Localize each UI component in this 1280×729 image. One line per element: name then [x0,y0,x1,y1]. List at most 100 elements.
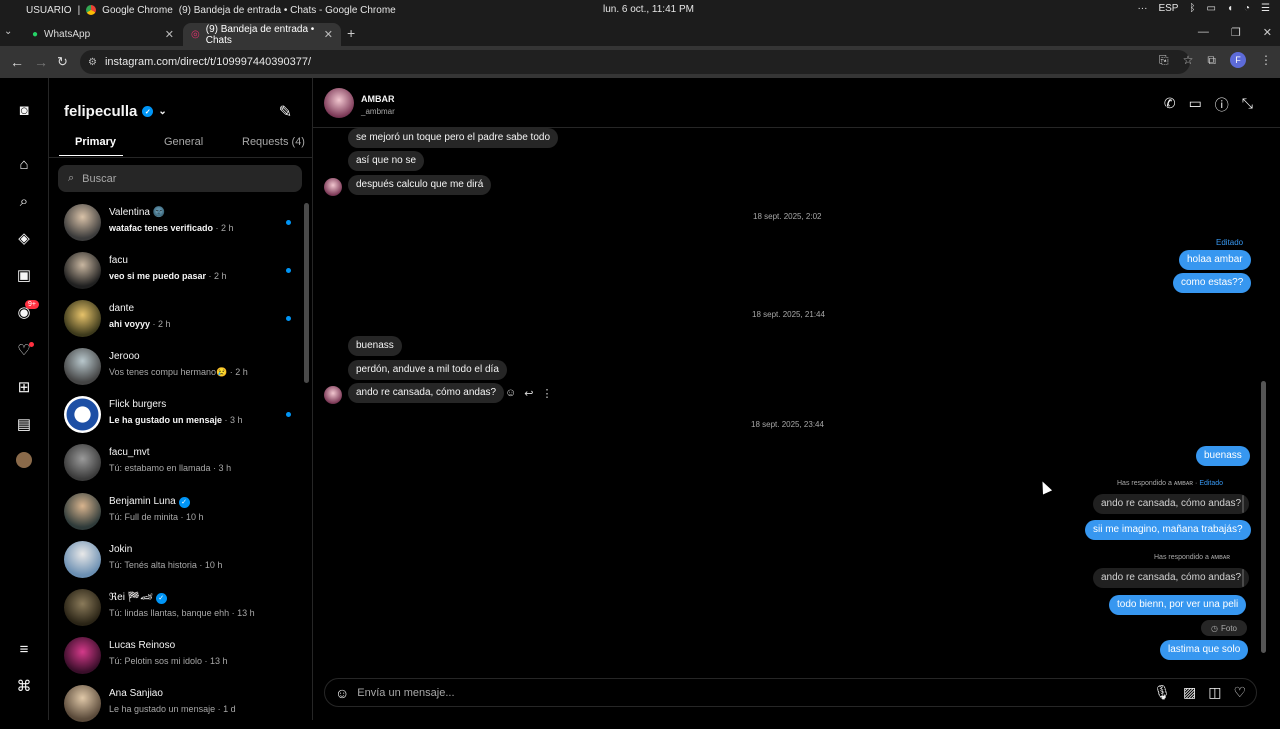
tab-instagram[interactable]: ◎ (9) Bandeja de entrada • Chats ✕ [183,23,341,46]
conversation-row[interactable]: facu veo si me puedo pasar · 2 h [49,248,299,296]
url-text[interactable]: instagram.com/direct/t/109997440390377/ [105,56,311,68]
nav-rail: ◙ ⌂ ⌕ ◈ ▣ ◉ 9+ ♡ ⊞ ▤ ≡ ⌘ [0,78,49,720]
profile-avatar-icon[interactable] [16,452,32,468]
account-username[interactable]: felipeculla [64,103,137,120]
conversation-row[interactable]: facu_mvt Tú: estabamo en llamada · 3 h [49,440,299,488]
search-field[interactable]: ⌕ [58,165,302,192]
threads-apps-icon[interactable]: ⌘ [15,677,33,695]
chat-contact-name[interactable]: AMBAR [361,94,395,104]
collapse-icon[interactable]: ⤡ [1242,95,1253,115]
conversation-row[interactable]: dante ahi voyyy · 2 h [49,296,299,344]
close-icon[interactable]: ✕ [165,28,174,41]
conversation-row[interactable]: Benjamin Luna ✓ Tú: Full de minita · 10 … [49,489,299,537]
more-options-icon[interactable]: ⋮ [541,387,552,400]
message-outgoing[interactable]: como estas?? [1173,273,1252,293]
restore-icon[interactable]: ❐ [1231,26,1241,39]
minimize-icon[interactable]: — [1198,26,1209,39]
heart-icon[interactable]: ♡ [1233,684,1246,701]
search-input[interactable] [82,172,263,185]
forward-arrow-icon[interactable]: → [34,54,48,70]
message-incoming[interactable]: después calculo que me dirá [348,175,492,195]
tab-general[interactable]: General [164,136,203,148]
new-message-icon[interactable]: ✎ [279,102,292,122]
message-outgoing[interactable]: buenass [1196,446,1250,466]
phone-call-icon[interactable]: ✆ [1164,95,1176,115]
avatar[interactable] [324,386,342,404]
instagram-logo-icon[interactable]: ◙ [15,101,33,119]
conversation-row[interactable]: Valentina 🌚 watafac tenes verificado · 2… [49,200,299,248]
avatar[interactable] [324,88,354,118]
reply-arrow-icon[interactable]: ↩ [524,387,533,400]
explore-compass-icon[interactable]: ◈ [15,229,33,247]
notifications-badge: 9+ [25,300,39,309]
install-app-icon[interactable]: ⎘ [1159,53,1169,68]
chat-contact-handle[interactable]: _ambmar [361,107,395,116]
microphone-icon[interactable]: 🎙︎ [1153,684,1171,701]
message-incoming[interactable]: ando re cansada, cómo andas? [348,383,505,403]
os-app-name: Google Chrome [102,4,173,16]
dashboard-icon[interactable]: ▤ [15,415,33,433]
message-incoming[interactable]: así que no se [348,151,425,171]
new-tab-plus-icon[interactable]: + [347,25,355,41]
react-emoji-icon[interactable]: ☺ [505,387,516,400]
tab-search-chevron-icon[interactable]: ⌄ [4,26,12,37]
bluetooth-icon[interactable]: ᛒ [1189,3,1195,14]
home-icon[interactable]: ⌂ [15,155,33,173]
message-thread: se mejoró un toque pero el padre sabe to… [313,128,1280,673]
video-call-icon[interactable]: ▭ [1189,95,1202,115]
more-icon[interactable]: ··· [1137,3,1147,14]
message-input[interactable] [357,686,1118,699]
conversation-row[interactable]: Jerooo Vos tenes compu hermano😢 · 2 h [49,344,299,392]
settings-sliders-icon[interactable]: ☰ [1261,3,1270,14]
tab-whatsapp[interactable]: ● WhatsApp ✕ [24,23,182,46]
os-language[interactable]: ESP [1158,3,1178,14]
conversation-row[interactable]: Jokin Tú: Tenés alta historia · 10 h [49,537,299,585]
display-icon[interactable]: ▭ [1206,3,1215,14]
message-incoming[interactable]: buenass [348,336,402,356]
tab-primary[interactable]: Primary [59,136,123,156]
tab-requests[interactable]: Requests (4) [242,136,305,148]
account-switcher[interactable]: felipeculla ✓ ⌄ [64,103,167,120]
image-icon[interactable]: ▨ [1183,684,1196,701]
verified-badge-icon: ✓ [142,106,154,117]
message-incoming[interactable]: perdón, anduve a mil todo el día [348,360,507,380]
message-outgoing[interactable]: sii me imagino, mañana trabajás? [1085,520,1251,540]
photo-reply-chip[interactable]: ◷ Foto [1201,620,1247,636]
create-plus-icon[interactable]: ⊞ [15,378,33,396]
os-clock[interactable]: lun. 6 oct., 11:41 PM [603,4,694,15]
search-icon[interactable]: ⌕ [15,192,33,210]
sticker-icon[interactable]: ◫ [1208,684,1221,701]
message-outgoing[interactable]: holaa ambar [1179,250,1251,270]
address-bar[interactable]: ⚙ instagram.com/direct/t/109997440390377… [80,50,1190,74]
window-close-icon[interactable]: ✕ [1263,26,1272,39]
avatar [64,493,101,530]
avatar[interactable] [324,178,342,196]
message-incoming[interactable]: se mejoró un toque pero el padre sabe to… [348,128,559,148]
volume-icon[interactable]: ◖ [1227,3,1233,14]
emoji-icon[interactable]: ☺ [335,685,349,701]
site-info-icon[interactable]: ⚙ [88,57,97,68]
menu-hamburger-icon[interactable]: ≡ [15,640,33,658]
browser-toolbar: ← → ↻ ⚙ instagram.com/direct/t/109997440… [0,46,1280,78]
quoted-message[interactable]: ando re cansada, cómo andas? [1093,568,1250,588]
reload-icon[interactable]: ↻ [57,54,68,70]
extensions-icon[interactable]: ⧉ [1207,53,1216,68]
profile-avatar[interactable]: F [1230,52,1246,68]
info-icon[interactable]: ⓘ [1215,95,1229,115]
message-outgoing[interactable]: todo bienn, por ver una peli [1109,595,1247,615]
back-arrow-icon[interactable]: ← [10,54,24,70]
conversation-row[interactable]: Ana Sanjiao Le ha gustado un mensaje · 1… [49,681,299,729]
inbox-scrollbar[interactable] [304,203,309,383]
bookmark-star-icon[interactable]: ☆ [1183,53,1194,67]
conversation-row[interactable]: Flick burgers Le ha gustado un mensaje ·… [49,392,299,440]
conversation-row[interactable]: Lucas Reinoso Tú: Pelotin sos mi idolo ·… [49,633,299,681]
chat-scrollbar[interactable] [1261,381,1266,653]
chevron-down-icon[interactable]: ⌄ [158,106,166,117]
message-outgoing[interactable]: lastima que solo [1160,640,1249,660]
reels-icon[interactable]: ▣ [15,266,33,284]
close-icon[interactable]: ✕ [324,28,333,41]
conversation-row[interactable]: ℜei 🏁🏎 ✓ Tú: lindas llantas, banque ehh … [49,585,299,633]
chrome-menu-icon[interactable]: ⋮ [1260,53,1272,67]
quoted-message[interactable]: ando re cansada, cómo andas? [1093,494,1250,514]
notification-bell-icon[interactable]: ◔ [1244,3,1250,14]
